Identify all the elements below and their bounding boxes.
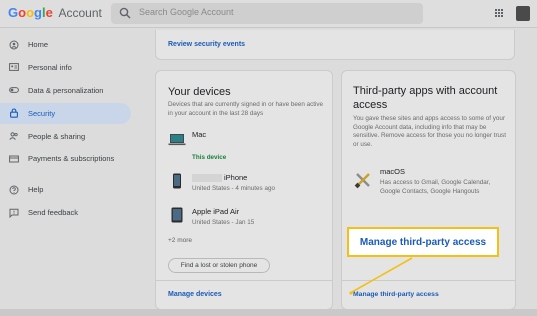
search-icon — [119, 7, 131, 19]
device-name: iPhone — [192, 173, 247, 183]
apps-grid-icon[interactable] — [495, 9, 504, 18]
review-security-events-link[interactable]: Review security events — [168, 41, 245, 48]
third-party-card-footer: Manage third-party access — [342, 280, 515, 298]
device-name: Mac — [192, 130, 207, 139]
top-bar: Google Account Search Google Account — [0, 0, 537, 28]
app-name[interactable]: macOS — [380, 167, 405, 176]
sidebar-item-home[interactable]: Home — [0, 34, 131, 55]
device-meta: United States - 4 minutes ago — [192, 185, 275, 192]
more-devices-link[interactable]: +2 more — [168, 237, 192, 244]
avatar[interactable] — [516, 6, 530, 21]
sidebar-item-label: Home — [28, 40, 49, 49]
your-devices-card: Your devices Devices that are currently … — [155, 70, 333, 310]
sidebar-item-security[interactable]: Security — [0, 102, 131, 124]
people-icon — [9, 132, 18, 140]
sidebar-item-help[interactable]: Help — [0, 179, 131, 200]
sidebar-item-personal-info[interactable]: Personal info — [0, 57, 131, 78]
security-events-card: Review security events — [155, 30, 515, 60]
feedback-icon — [9, 208, 19, 218]
app-access-description: Has access to Gmail, Google Calendar, Go… — [380, 179, 491, 195]
phone-icon — [173, 173, 181, 189]
sidebar-item-label: Send feedback — [28, 208, 79, 218]
third-party-apps-card: Third-party apps with account access You… — [341, 70, 516, 310]
device-name: Apple iPad Air — [192, 207, 240, 216]
manage-third-party-access-link[interactable]: Manage third-party access — [353, 291, 439, 298]
sidebar: Home Personal info Data & personalizatio… — [0, 34, 140, 225]
sidebar-item-label: Payments & subscriptions — [28, 154, 115, 164]
manage-devices-link[interactable]: Manage devices — [168, 291, 222, 298]
google-logo-text: Google — [8, 5, 53, 20]
find-lost-phone-button[interactable]: Find a lost or stolen phone — [168, 258, 270, 273]
help-icon — [9, 185, 19, 195]
sidebar-item-send-feedback[interactable]: Send feedback — [0, 202, 131, 223]
credit-card-icon — [9, 155, 19, 163]
sidebar-item-payments[interactable]: Payments & subscriptions — [0, 148, 131, 169]
sidebar-item-data-personalization[interactable]: Data & personalization — [0, 80, 131, 101]
id-card-icon — [9, 63, 19, 72]
tablet-icon — [171, 207, 183, 223]
sidebar-item-label: Help — [28, 185, 44, 195]
sidebar-item-label: Data & personalization — [28, 85, 104, 95]
search-placeholder: Search Google Account — [139, 7, 234, 17]
home-icon — [9, 40, 19, 49]
manage-third-party-access-callout[interactable]: Manage third-party access — [347, 227, 499, 257]
devices-title: Your devices — [168, 86, 231, 98]
search-input[interactable]: Search Google Account — [111, 3, 423, 24]
product-name: Account — [58, 6, 102, 20]
device-meta: This device — [192, 154, 227, 161]
sidebar-item-label: Personal info — [28, 62, 72, 72]
google-account-logo[interactable]: Google Account — [8, 5, 102, 20]
bottom-status-strip — [0, 309, 537, 316]
tools-icon — [354, 173, 370, 189]
third-party-title: Third-party apps with account access — [353, 85, 498, 111]
devices-card-footer: Manage devices — [156, 280, 332, 298]
devices-description: Devices that are currently signed in or … — [168, 101, 324, 117]
sidebar-item-label: Security — [28, 108, 56, 118]
toggle-icon — [9, 87, 19, 94]
third-party-description: You gave these sites and apps access to … — [353, 115, 506, 148]
sidebar-item-label: People & sharing — [28, 131, 86, 141]
lock-icon — [10, 108, 18, 118]
sidebar-item-people-sharing[interactable]: People & sharing — [0, 126, 131, 147]
device-meta: United States - Jan 15 — [192, 219, 255, 226]
laptop-icon — [168, 134, 186, 146]
